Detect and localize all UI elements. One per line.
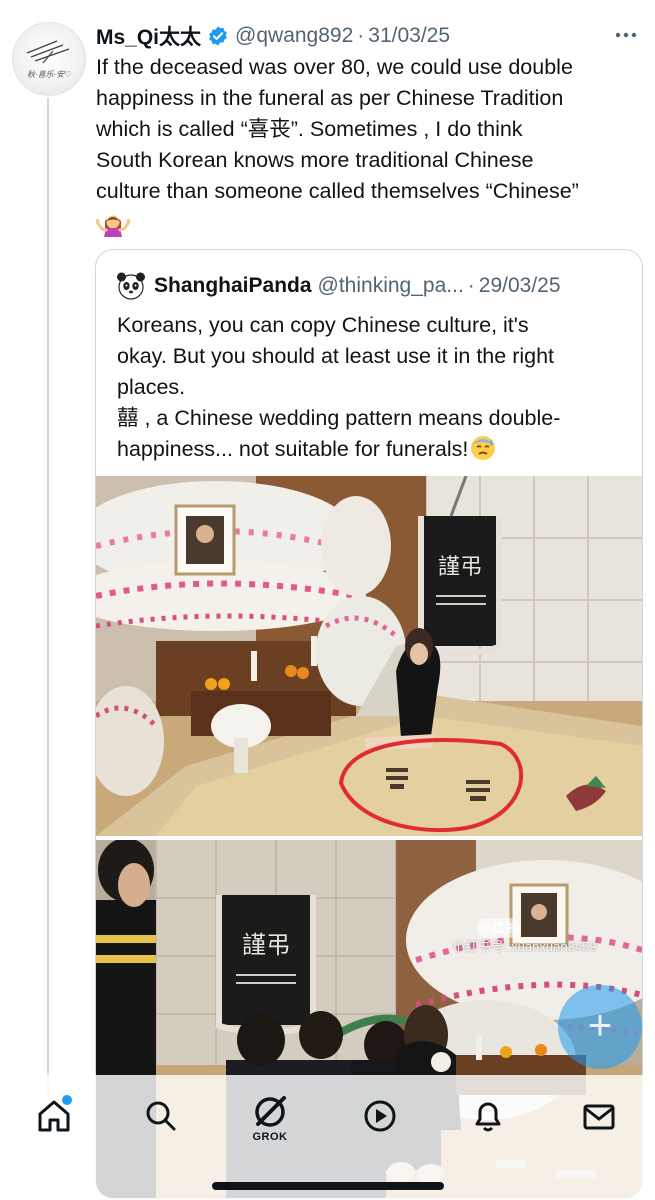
xiaohongshu-logo: 小红书 [476,918,520,938]
separator: · [357,24,365,47]
quoted-tweet-text-block: Koreans, you can copy Chinese culture, i… [117,310,622,465]
author-avatar[interactable]: 秋·喜乐·安♡ [12,22,86,96]
grok-label: GROK [252,1131,288,1143]
avatar-signature: 秋·喜乐·安♡ [27,70,72,79]
quoted-author-handle[interactable]: @thinking_pa... [318,274,464,298]
quoted-tweet-header: ShanghaiPanda @thinking_pa... · 29/03/25 [116,271,626,301]
panda-avatar-icon[interactable] [116,271,146,301]
woman-shrugging-icon [96,215,130,237]
banner-text-1: 謹弔 [438,555,482,580]
tab-video[interactable] [356,1092,404,1140]
tweet-text: If the deceased was over 80, we could us… [96,55,579,203]
watermark-id: 小红书号: xuanxuan3459 [452,939,597,954]
quoted-author-name[interactable]: ShanghaiPanda [154,274,312,298]
home-indicator [212,1182,444,1190]
quoted-tweet-date[interactable]: 29/03/25 [479,274,561,298]
notifications-icon [475,1102,501,1132]
funeral-photo-1[interactable]: 謹弔 [96,476,642,836]
messages-icon [583,1104,615,1130]
banner-text-2: 謹弔 [242,931,290,959]
author-handle[interactable]: @qwang892 [235,24,353,48]
anxious-sweat-face-icon [471,436,496,460]
tweet-header: Ms_Qi太太 @qwang892 · 31/03/25 [96,22,639,50]
notification-dot [60,1093,74,1107]
plus-icon: + [587,1001,613,1048]
signature-icon [26,40,70,64]
tab-home[interactable] [30,1092,78,1140]
tweet-date[interactable]: 31/03/25 [368,24,450,48]
more-options-icon[interactable] [613,24,639,46]
verified-badge-icon [209,26,227,46]
compose-button[interactable]: + [558,985,642,1069]
tab-notifications[interactable] [464,1092,512,1140]
separator: · [467,274,475,297]
tab-grok[interactable]: GROK [246,1092,294,1143]
video-icon [364,1100,396,1132]
search-icon [146,1101,176,1131]
thread-line [47,98,49,1098]
tab-search[interactable] [137,1092,185,1140]
author-name[interactable]: Ms_Qi太太 [96,21,201,51]
tab-messages[interactable] [575,1092,623,1140]
